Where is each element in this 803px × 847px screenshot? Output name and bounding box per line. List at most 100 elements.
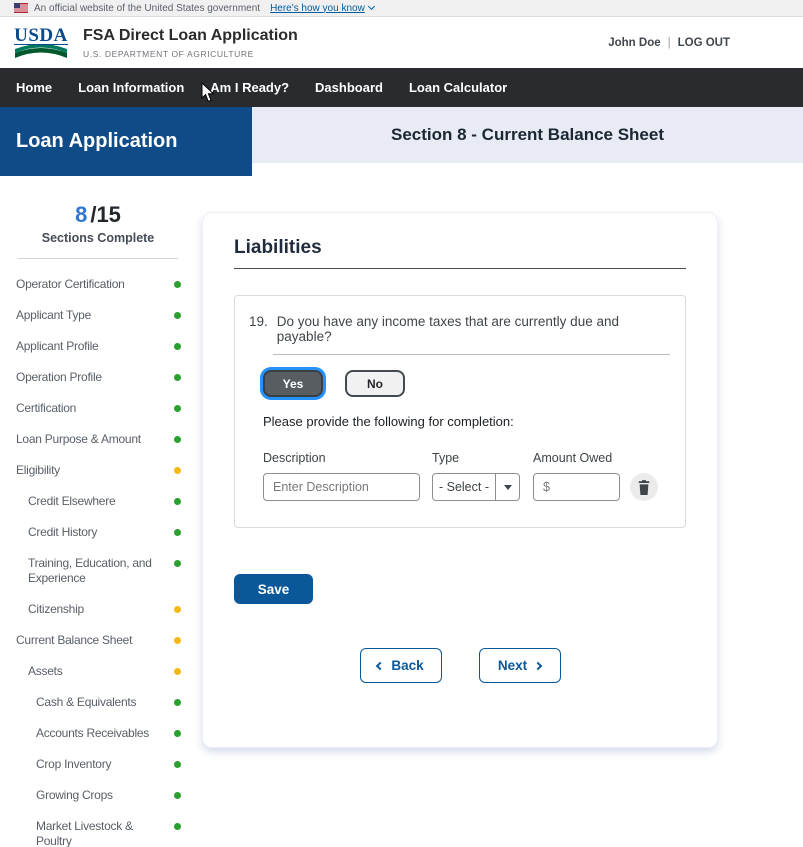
sidebar-item[interactable]: Operation Profile	[0, 362, 196, 393]
pagination-buttons: Back Next	[234, 648, 686, 683]
progress-total: /15	[90, 202, 121, 227]
type-select[interactable]: - Select -	[432, 473, 520, 501]
sidebar-item[interactable]: Applicant Type	[0, 300, 196, 331]
sidebar-item-label: Credit Elsewhere	[28, 494, 116, 508]
sidebar-item[interactable]: Applicant Profile	[0, 331, 196, 362]
sidebar-item[interactable]: Credit History	[0, 517, 196, 548]
main-nav: Home Loan Information Am I Ready? Dashboard…	[0, 68, 803, 107]
sidebar-item-label: Accounts Receivables	[36, 726, 150, 740]
description-input[interactable]	[263, 473, 420, 501]
sidebar-item-label: Eligibility	[16, 463, 60, 477]
status-dot	[174, 668, 181, 675]
yes-no-row: Yes No	[263, 370, 670, 397]
sidebar-item-label: Crop Inventory	[36, 757, 112, 771]
us-flag-icon	[14, 3, 28, 13]
nav-item-loan-information[interactable]: Loan Information	[78, 80, 184, 95]
sidebar-item[interactable]: Crop Inventory	[0, 749, 196, 780]
page-title: Loan Application	[16, 130, 178, 152]
type-field: Type - Select -	[432, 451, 520, 501]
banner-text: An official website of the United States…	[34, 2, 261, 14]
sidebar-item-label: Certification	[16, 401, 77, 415]
description-label: Description	[263, 451, 326, 465]
question-content: Yes No Please provide the following for …	[263, 370, 670, 501]
status-dot	[174, 343, 181, 350]
yes-button[interactable]: Yes	[263, 370, 323, 397]
sidebar-item[interactable]: Loan Purpose & Amount	[0, 424, 196, 455]
sidebar-item-label: Current Balance Sheet	[16, 633, 133, 647]
status-dot	[174, 637, 181, 644]
sidebar-item-label: Applicant Type	[16, 308, 91, 322]
sidebar-item-label: Market Livestock & Poultry	[36, 819, 133, 847]
sidebar-item[interactable]: Accounts Receivables	[0, 718, 196, 749]
sidebar-item-label: Assets	[28, 664, 63, 678]
gov-banner: An official website of the United States…	[0, 0, 803, 17]
nav-item-am-i-ready[interactable]: Am I Ready?	[210, 80, 289, 95]
chevron-right-icon	[533, 661, 543, 670]
liabilities-card: Liabilities 19. Do you have any income t…	[202, 212, 718, 748]
sidebar-item-label: Growing Crops	[36, 788, 113, 802]
usda-logo: USDA	[14, 25, 68, 58]
card-title-rule	[234, 268, 686, 269]
delete-row-button[interactable]	[630, 473, 658, 501]
no-button[interactable]: No	[345, 370, 405, 397]
chevron-left-icon	[376, 661, 385, 670]
sidebar-item[interactable]: Assets	[0, 656, 196, 687]
save-button[interactable]: Save	[234, 574, 313, 604]
sidebar-item-label: Cash & Equivalents	[36, 695, 137, 709]
nav-item-loan-calculator[interactable]: Loan Calculator	[409, 80, 507, 95]
sidebar-item[interactable]: Eligibility	[0, 455, 196, 486]
sidebar-item-label: Operation Profile	[16, 370, 102, 384]
amount-owed-field: Amount Owed	[533, 451, 620, 501]
status-dot	[174, 498, 181, 505]
amount-owed-input[interactable]	[533, 473, 620, 501]
banner-link[interactable]: Here's how you know	[270, 2, 375, 14]
liability-entry-row: Description Type - Select - Amount Owed	[263, 451, 670, 501]
content: 8/15 Sections Complete Operator Certific…	[0, 176, 803, 847]
app-title-block: FSA Direct Loan Application U.S. DEPARTM…	[83, 27, 298, 59]
back-button[interactable]: Back	[359, 648, 442, 683]
sidebar-item[interactable]: Growing Crops	[0, 780, 196, 811]
question-row: 19. Do you have any income taxes that ar…	[249, 314, 670, 344]
app-title: FSA Direct Loan Application	[83, 26, 298, 44]
sidebar-item[interactable]: Current Balance Sheet	[0, 625, 196, 656]
next-button[interactable]: Next	[478, 648, 561, 683]
sidebar-item[interactable]: Cash & Equivalents	[0, 687, 196, 718]
section-title-bar: Section 8 - Current Balance Sheet	[252, 107, 803, 163]
sidebar-divider	[18, 258, 178, 259]
usda-logo-text: USDA	[14, 25, 68, 46]
question-number: 19.	[249, 314, 268, 329]
status-dot	[174, 281, 181, 288]
chevron-down-icon	[367, 2, 375, 11]
sidebar-item[interactable]: Credit Elsewhere	[0, 486, 196, 517]
user-name: John Doe	[608, 36, 661, 49]
sidebar-item[interactable]: Operator Certification	[0, 269, 196, 300]
status-dot	[174, 823, 181, 830]
type-label: Type	[432, 451, 460, 465]
trash-icon	[637, 479, 651, 495]
status-dot	[174, 529, 181, 536]
nav-item-dashboard[interactable]: Dashboard	[315, 80, 383, 95]
sidebar-item[interactable]: Citizenship	[0, 594, 196, 625]
sidebar-section-list: Operator Certification Applicant Type Appl…	[0, 269, 196, 847]
caret-down-icon	[503, 484, 512, 490]
question-text: Do you have any income taxes that are cu…	[276, 314, 619, 344]
select-caret-box	[495, 474, 519, 500]
sidebar-item-label: Citizenship	[28, 602, 84, 616]
status-dot	[174, 761, 181, 768]
progress-label: Sections Complete	[41, 231, 155, 245]
amount-owed-label: Amount Owed	[533, 451, 613, 465]
nav-item-home[interactable]: Home	[16, 80, 52, 95]
sidebar-item[interactable]: Certification	[0, 393, 196, 424]
site-header: USDA FSA Direct Loan Application U.S. DE…	[0, 17, 803, 68]
sidebar-item-label: Loan Purpose & Amount	[16, 432, 141, 446]
sidebar-item[interactable]: Training, Education, and Experience	[0, 548, 196, 594]
sidebar-item[interactable]: Market Livestock & Poultry	[0, 811, 196, 847]
hero: Loan Application Section 8 - Current Bal…	[0, 107, 803, 176]
section-title: Section 8 - Current Balance Sheet	[390, 125, 665, 144]
sidebar-item-label: Operator Certification	[16, 277, 125, 291]
question-underline	[273, 354, 670, 355]
logout-link[interactable]: LOG OUT	[678, 37, 730, 49]
sidebar-item-label: Applicant Profile	[16, 339, 99, 353]
status-dot	[174, 467, 181, 474]
department-subtitle: U.S. DEPARTMENT OF AGRICULTURE	[83, 48, 254, 59]
